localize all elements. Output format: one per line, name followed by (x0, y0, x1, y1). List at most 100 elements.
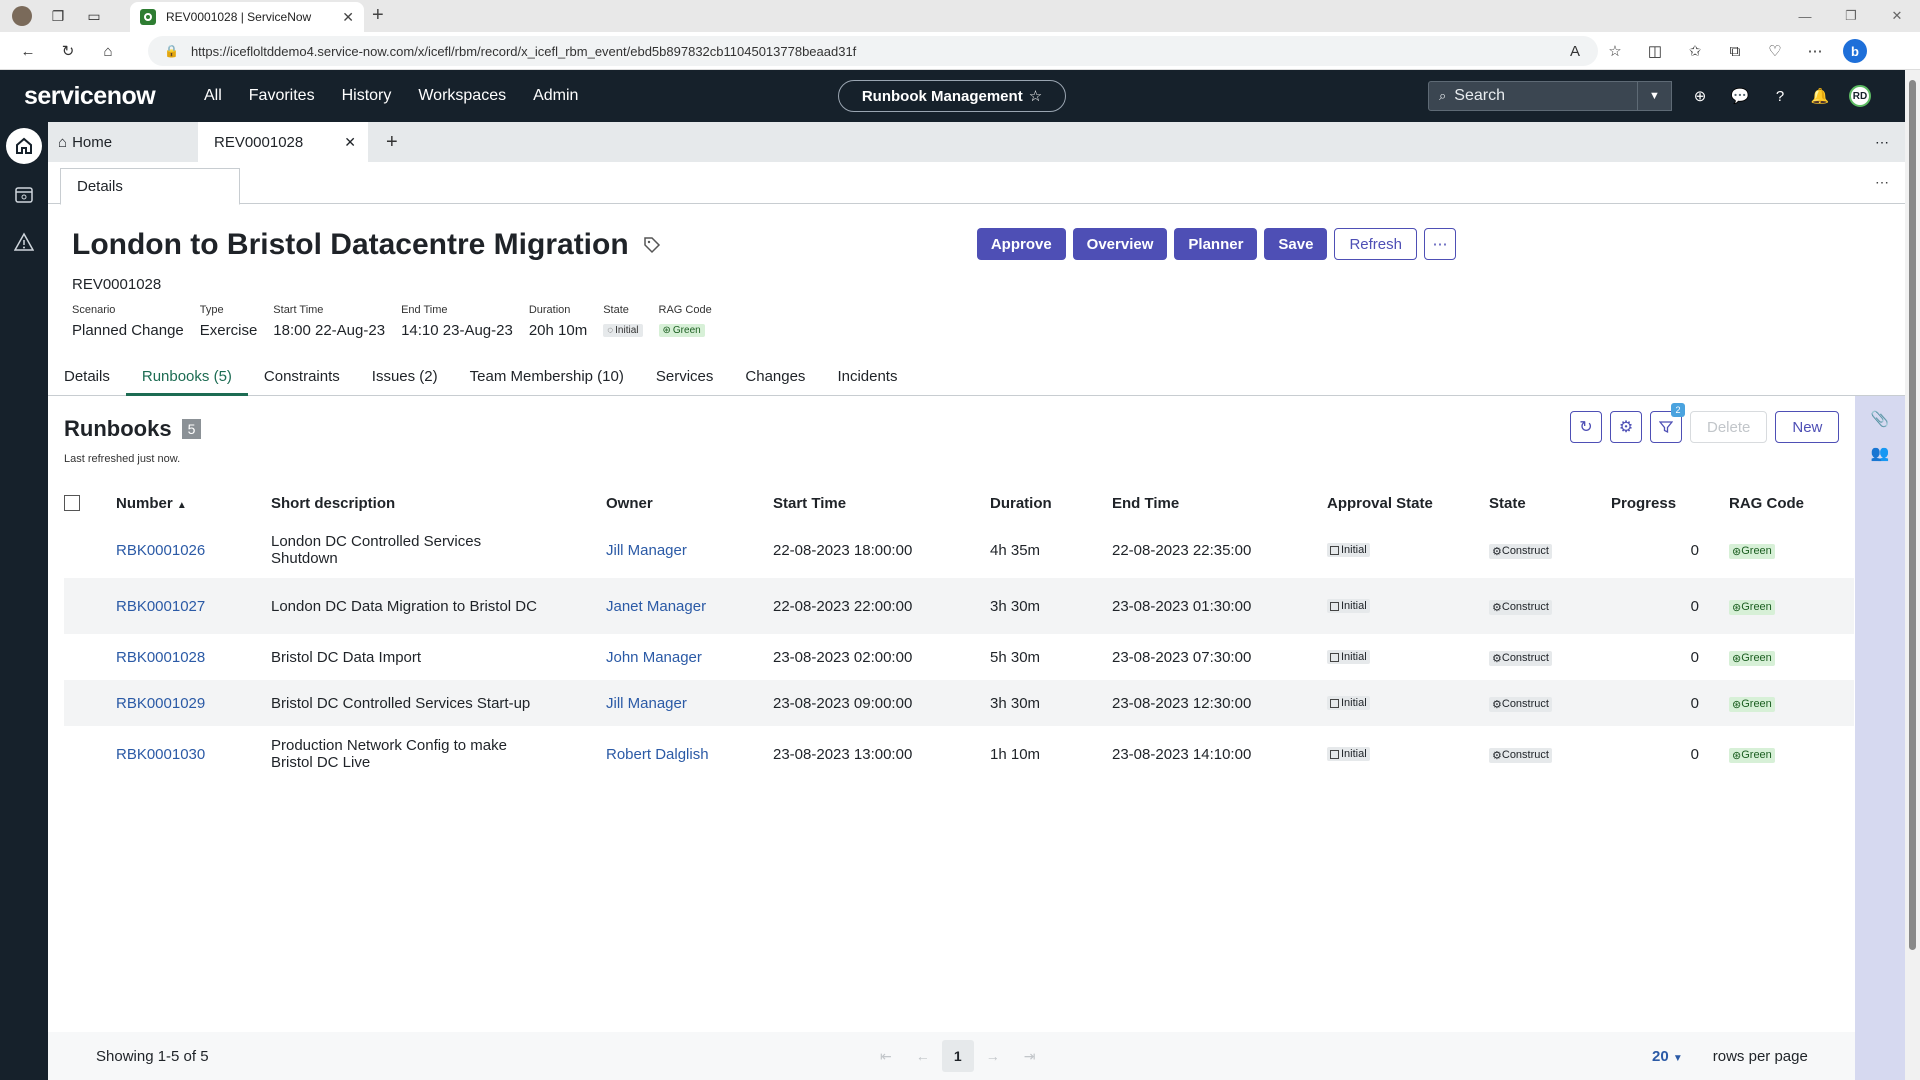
last-page-icon[interactable]: ⇥ (1024, 1048, 1036, 1065)
more-actions-button[interactable]: ⋯ (1424, 228, 1456, 260)
delete-button[interactable]: Delete (1690, 411, 1768, 443)
select-all-checkbox[interactable] (64, 495, 80, 511)
bell-icon[interactable]: 🔔 (1800, 87, 1840, 105)
owner-link[interactable]: John Manager (606, 649, 702, 666)
approval-value: Initial (1341, 748, 1367, 760)
scrollbar-thumb[interactable] (1909, 80, 1916, 950)
close-icon[interactable]: ✕ (344, 134, 356, 151)
tab-details[interactable]: Details (60, 168, 240, 205)
owner-link[interactable]: Jill Manager (606, 542, 687, 559)
rail-alerts[interactable] (0, 218, 48, 266)
runbook-number-link[interactable]: RBK0001028 (116, 649, 205, 666)
col-progress[interactable]: Progress (1611, 484, 1729, 522)
restore-icon[interactable]: ❐ (1828, 0, 1874, 32)
col-duration[interactable]: Duration (990, 484, 1112, 522)
record-number: REV0001028 (72, 276, 162, 293)
close-window-icon[interactable]: ✕ (1874, 0, 1920, 32)
new-button[interactable]: New (1775, 411, 1840, 443)
favorite-star-icon[interactable]: ☆ (1595, 42, 1635, 60)
settings-button[interactable]: ⚙ (1610, 411, 1642, 443)
col-owner[interactable]: Owner (606, 484, 773, 522)
rows-per-page-select[interactable]: 20 ▼ (1652, 1048, 1683, 1065)
col-rag-code[interactable]: RAG Code (1729, 484, 1854, 522)
owner-link[interactable]: Robert Dalglish (606, 746, 709, 763)
tab-details[interactable]: Details (48, 364, 126, 396)
first-page-icon[interactable]: ⇤ (880, 1048, 892, 1065)
nav-admin[interactable]: Admin (533, 87, 578, 105)
home-icon[interactable]: ⌂ (88, 43, 128, 60)
filter-button[interactable]: 2 (1650, 403, 1685, 443)
new-tab-icon[interactable]: + (372, 4, 384, 27)
tab-team-membership[interactable]: Team Membership (10) (454, 364, 640, 396)
nav-all[interactable]: All (204, 87, 222, 105)
next-page-icon[interactable]: → (986, 1048, 1000, 1064)
tab-runbooks[interactable]: Runbooks (5) (125, 364, 248, 396)
workspaces-icon[interactable]: ❐ (40, 0, 76, 32)
users-icon[interactable]: 👥 (1855, 444, 1905, 462)
star-icon[interactable]: ☆ (1029, 87, 1042, 105)
profile-avatar-icon[interactable] (4, 0, 40, 32)
status-badge: Initial (1327, 747, 1370, 761)
tab-actions-icon[interactable]: ▭ (76, 0, 112, 32)
owner-link[interactable]: Jill Manager (606, 695, 687, 712)
attachment-icon[interactable]: 📎 (1855, 410, 1905, 428)
prev-page-icon[interactable]: ← (916, 1048, 930, 1064)
runbook-number-link[interactable]: RBK0001026 (116, 542, 205, 559)
owner-link[interactable]: Janet Manager (606, 598, 706, 615)
tab-constraints[interactable]: Constraints (248, 364, 356, 396)
read-aloud-icon[interactable]: A (1555, 43, 1595, 60)
planner-button[interactable]: Planner (1174, 228, 1258, 260)
rail-home[interactable] (0, 122, 48, 170)
global-search-input[interactable]: ⌕ Search (1428, 81, 1638, 111)
nav-history[interactable]: History (342, 87, 392, 105)
col-state[interactable]: State (1489, 484, 1611, 522)
more-icon[interactable]: ⋯ (1875, 174, 1889, 191)
current-page[interactable]: 1 (941, 1040, 974, 1072)
col-short-description[interactable]: Short description (271, 484, 606, 522)
approve-button[interactable]: Approve (976, 228, 1066, 260)
user-menu[interactable]: RD (1840, 85, 1880, 107)
tab-issues[interactable]: Issues (2) (356, 364, 454, 396)
tab-services[interactable]: Services (640, 364, 730, 396)
browser-essentials-icon[interactable]: ♡ (1755, 42, 1795, 60)
vertical-scrollbar[interactable] (1905, 70, 1920, 1080)
favorites-icon[interactable]: ✩ (1675, 42, 1715, 60)
runbook-number-link[interactable]: RBK0001029 (116, 695, 205, 712)
minimize-icon[interactable]: — (1782, 0, 1828, 32)
tag-icon[interactable] (643, 236, 661, 254)
tab-record[interactable]: REV0001028 ✕ (198, 122, 368, 162)
col-end-time[interactable]: End Time (1112, 484, 1327, 522)
app-context-pill[interactable]: Runbook Management ☆ (838, 80, 1066, 112)
nav-favorites[interactable]: Favorites (249, 87, 315, 105)
save-button[interactable]: Save (1264, 228, 1328, 260)
help-icon[interactable]: ? (1760, 88, 1800, 105)
url-field[interactable]: 🔒 https://icefloltddemo4.service-now.com… (148, 36, 1598, 66)
refresh-button[interactable]: Refresh (1334, 228, 1417, 260)
refresh-list-button[interactable]: ↻ (1570, 411, 1602, 443)
collections-icon[interactable]: ⧉ (1715, 43, 1755, 60)
tab-changes[interactable]: Changes (729, 364, 821, 396)
close-tab-icon[interactable]: ✕ (342, 9, 354, 26)
tab-incidents[interactable]: Incidents (821, 364, 913, 396)
more-icon[interactable]: ⋯ (1875, 134, 1889, 151)
add-tab-icon[interactable]: + (386, 131, 398, 154)
col-number[interactable]: Number ▲ (116, 484, 271, 522)
tab-home[interactable]: ⌂ Home (48, 134, 158, 151)
search-scope-dropdown[interactable]: ▼ (1638, 81, 1672, 111)
bing-copilot-icon[interactable]: b (1835, 39, 1875, 63)
globe-icon[interactable]: ⊕ (1680, 87, 1720, 105)
col-approval-state[interactable]: Approval State (1327, 484, 1489, 522)
split-screen-icon[interactable]: ◫ (1635, 42, 1675, 60)
nav-workspaces[interactable]: Workspaces (418, 87, 506, 105)
chat-icon[interactable]: 💬 (1720, 87, 1760, 105)
col-start-time[interactable]: Start Time (773, 484, 990, 522)
browser-tab[interactable]: REV0001028 | ServiceNow ✕ (130, 2, 364, 32)
runbook-number-link[interactable]: RBK0001027 (116, 598, 205, 615)
more-menu-icon[interactable]: ⋯ (1795, 42, 1835, 60)
back-icon[interactable]: ← (8, 43, 48, 60)
rail-calendar[interactable] (0, 170, 48, 218)
runbook-number-link[interactable]: RBK0001030 (116, 746, 205, 763)
servicenow-logo[interactable]: servicenow (24, 82, 174, 111)
reload-icon[interactable]: ↻ (48, 42, 88, 60)
overview-button[interactable]: Overview (1072, 228, 1168, 260)
